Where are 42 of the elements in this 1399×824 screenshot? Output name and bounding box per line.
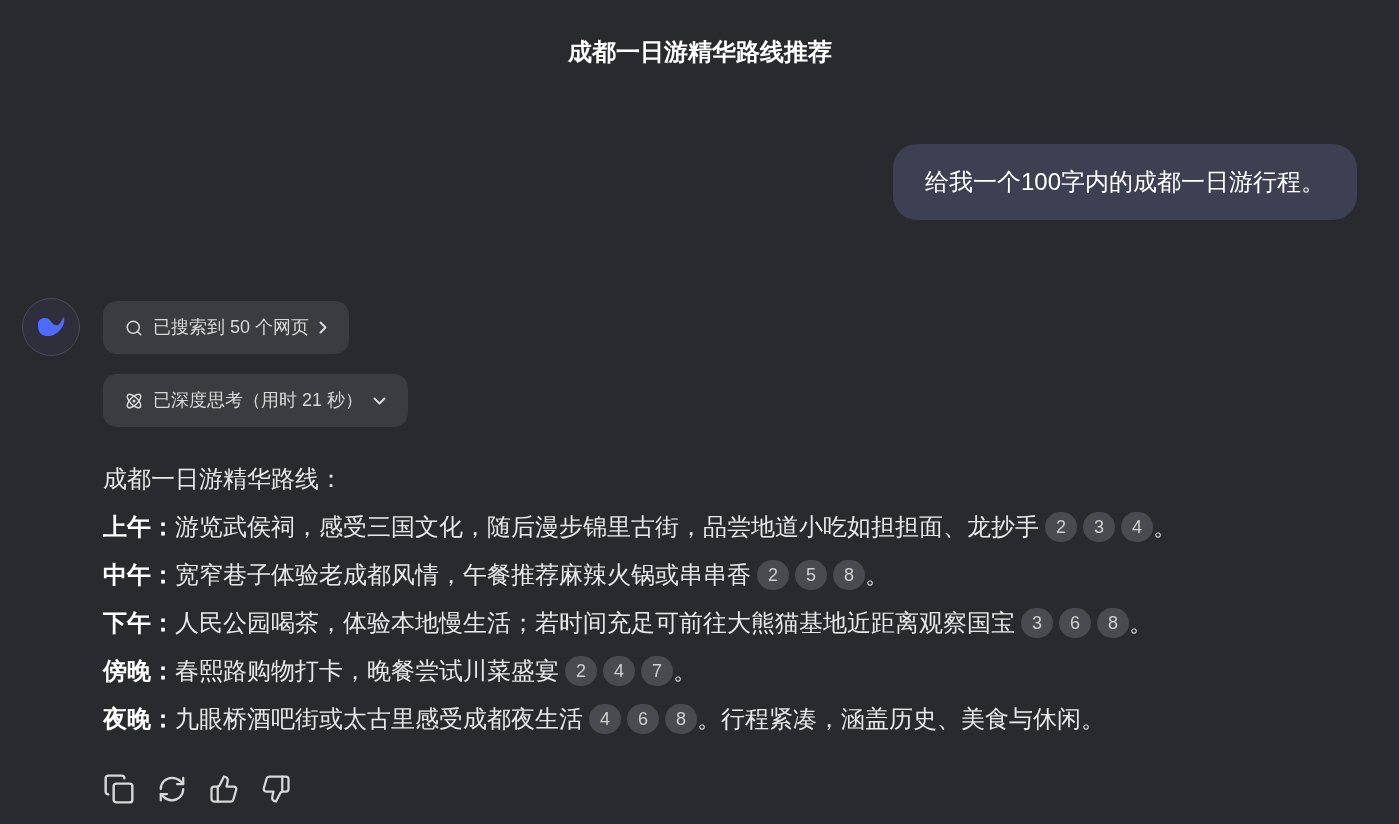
itinerary-text: 九眼桥酒吧街或太古里感受成都夜生活 [175, 704, 583, 734]
citation-badge[interactable]: 7 [641, 656, 673, 686]
citation-badge[interactable]: 4 [589, 704, 621, 734]
citation-badge[interactable]: 3 [1083, 512, 1115, 542]
time-label: 夜晚： [103, 704, 175, 734]
atom-icon [125, 391, 143, 410]
answer-heading: 成都一日游精华路线： [103, 464, 344, 494]
citation-badge[interactable]: 8 [833, 560, 865, 590]
chat-title: 成都一日游精华路线推荐 [567, 37, 832, 67]
citation-badge[interactable]: 2 [1045, 512, 1077, 542]
itinerary-text: 人民公园喝茶，体验本地慢生活；若时间充足可前往大熊猫基地近距离观察国宝 [175, 608, 1015, 638]
search-icon [125, 318, 143, 337]
copy-button[interactable] [103, 773, 135, 805]
chevron-right-icon [319, 321, 328, 334]
itinerary-text: 。 [1129, 608, 1153, 638]
citation-badge[interactable]: 6 [1059, 608, 1091, 638]
chevron-down-icon [373, 396, 387, 405]
citation-badge[interactable]: 4 [1121, 512, 1153, 542]
citation-badge[interactable]: 5 [795, 560, 827, 590]
itinerary-text: 。 [1153, 512, 1177, 542]
itinerary-text: 宽窄巷子体验老成都风情，午餐推荐麻辣火锅或串串香 [175, 560, 751, 590]
itinerary-text: 。 [673, 656, 697, 686]
thumbs-down-button[interactable] [261, 773, 291, 805]
citation-badge[interactable]: 2 [757, 560, 789, 590]
itinerary-text: 。行程紧凑，涵盖历史、美食与休闲。 [697, 704, 1105, 734]
citation-badge[interactable]: 4 [603, 656, 635, 686]
citation-badge[interactable]: 6 [627, 704, 659, 734]
time-label: 中午： [103, 560, 175, 590]
search-results-button[interactable]: 已搜索到 50 个网页 [103, 301, 350, 354]
citation-badge[interactable]: 2 [565, 656, 597, 686]
itinerary-text: 春熙路购物打卡，晚餐尝试川菜盛宴 [175, 656, 559, 686]
citation-badge[interactable]: 8 [1097, 608, 1129, 638]
citation-badge[interactable]: 8 [665, 704, 697, 734]
thumbs-up-button[interactable] [209, 773, 239, 805]
itinerary-text: 游览武侯祠，感受三国文化，随后漫步锦里古街，品尝地道小吃如担担面、龙抄手 [175, 512, 1039, 542]
time-label: 上午： [103, 512, 175, 542]
itinerary-text: 。 [865, 560, 889, 590]
deep-thinking-button[interactable]: 已深度思考（用时 21 秒） [103, 374, 409, 427]
time-label: 傍晚： [103, 656, 175, 686]
user-message-bubble: 给我一个100字内的成都一日游行程。 [892, 144, 1357, 220]
citation-badge[interactable]: 3 [1021, 608, 1053, 638]
time-label: 下午： [103, 608, 175, 638]
